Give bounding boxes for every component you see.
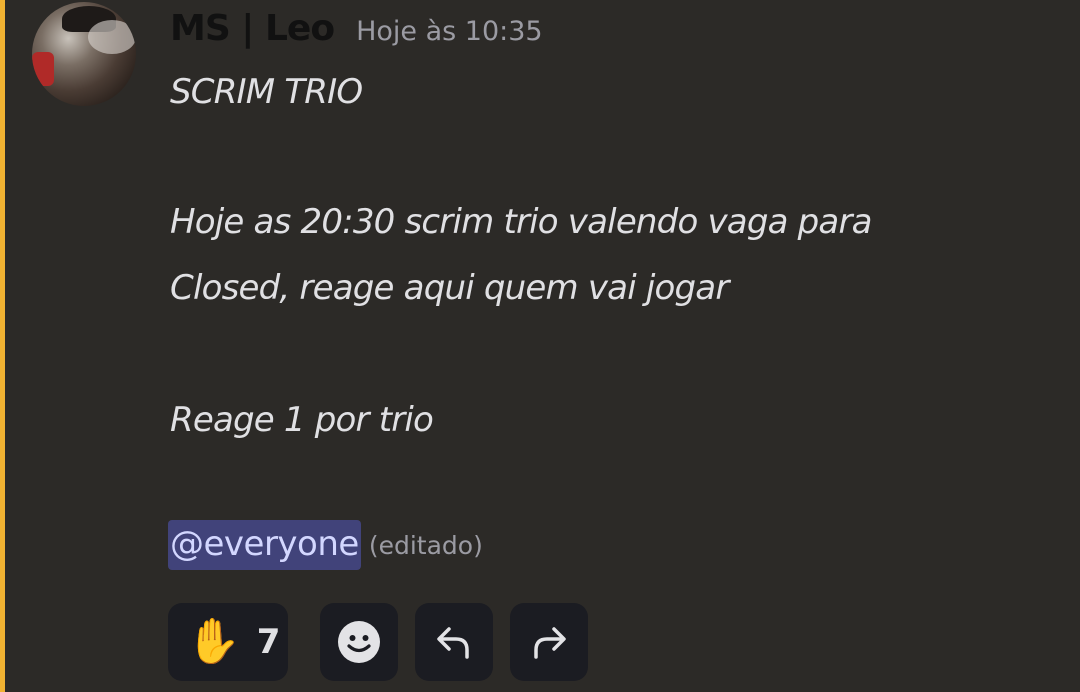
add-reaction-button[interactable] [320, 603, 398, 681]
author-name[interactable]: MS | Leo [170, 8, 335, 49]
add-reaction-icon [338, 621, 380, 663]
message-header: MS | Leo Hoje às 10:35 [170, 8, 543, 49]
forward-icon [534, 627, 566, 659]
avatar[interactable] [32, 2, 136, 106]
reaction-raised-hand[interactable]: ✋ 7 [168, 603, 288, 681]
raised-hand-icon: ✋ [186, 616, 241, 667]
reaction-count: 7 [256, 622, 281, 662]
reply-button[interactable] [415, 603, 493, 681]
highlight-accent-bar [0, 0, 5, 692]
mention-row: @everyone (editado) [168, 520, 483, 570]
edited-label: (editado) [368, 530, 483, 560]
forward-button[interactable] [510, 603, 588, 681]
message-body-line: Hoje as 20:30 scrim trio valendo vaga pa… [170, 202, 872, 242]
message-title-line: SCRIM TRIO [170, 72, 363, 112]
message-body-line: Closed, reage aqui quem vai jogar [170, 268, 729, 308]
reply-icon [437, 627, 469, 659]
everyone-mention[interactable]: @everyone [168, 520, 361, 570]
message-body-line: Reage 1 por trio [170, 400, 434, 440]
message-timestamp[interactable]: Hoje às 10:35 [356, 16, 543, 47]
